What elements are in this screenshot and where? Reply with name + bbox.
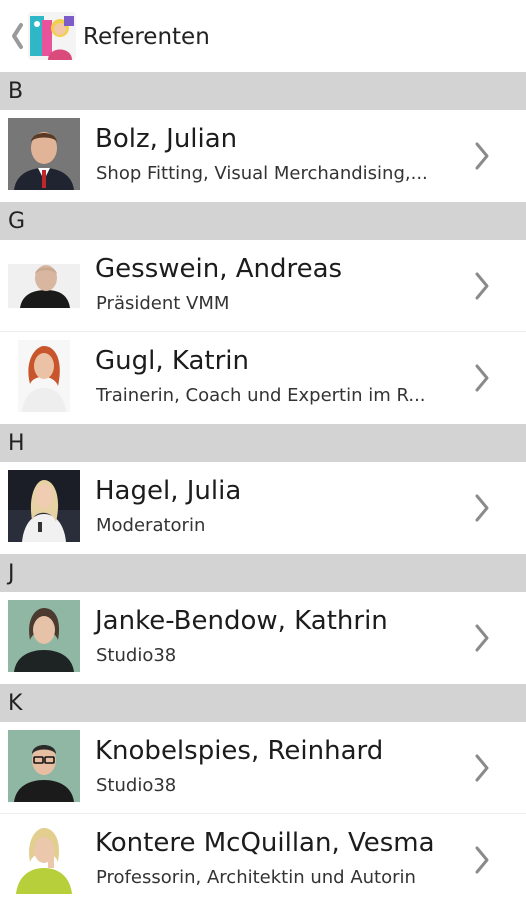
referent-subtitle: Präsident VMM (96, 293, 230, 314)
referent-subtitle: Studio38 (96, 645, 177, 666)
list-item[interactable]: Bolz, Julian Shop Fitting, Visual Mercha… (0, 110, 526, 202)
chevron-right-icon (472, 752, 492, 784)
chevron-right-icon (472, 492, 492, 524)
avatar (8, 340, 80, 412)
section-header-h: H (0, 424, 526, 462)
page-title: Referenten (83, 24, 210, 50)
chevron-right-icon (472, 140, 492, 172)
chevron-right-icon (472, 622, 492, 654)
chevron-right-icon (472, 362, 492, 394)
avatar (8, 470, 80, 542)
app-header: Referenten (0, 0, 526, 72)
list-item[interactable]: Knobelspies, Reinhard Studio38 (0, 722, 526, 814)
referent-name: Gesswein, Andreas (95, 254, 343, 284)
referent-name: Janke-Bendow, Kathrin (95, 606, 388, 636)
chevron-left-icon (12, 23, 23, 49)
list-item[interactable]: Gesswein, Andreas Präsident VMM (0, 240, 526, 332)
chevron-right-icon (472, 844, 492, 876)
referent-name: Bolz, Julian (95, 124, 238, 154)
referent-name: Hagel, Julia (95, 476, 242, 506)
section-header-k: K (0, 684, 526, 722)
referent-subtitle: Studio38 (96, 775, 177, 796)
referent-name: Kontere McQuillan, Vesma (95, 828, 435, 858)
referent-subtitle: Shop Fitting, Visual Merchandising,... (96, 163, 428, 184)
avatar (8, 118, 80, 190)
section-header-g: G (0, 202, 526, 240)
referent-name: Knobelspies, Reinhard (95, 736, 384, 766)
referent-subtitle: Moderatorin (96, 515, 206, 536)
section-header-j: J (0, 554, 526, 592)
list-item[interactable]: Gugl, Katrin Trainerin, Coach und Expert… (0, 332, 526, 424)
chevron-right-icon (472, 270, 492, 302)
list-item[interactable]: Hagel, Julia Moderatorin (0, 462, 526, 554)
avatar (8, 248, 80, 320)
avatar (8, 600, 80, 672)
back-button[interactable] (8, 20, 26, 52)
avatar (8, 822, 80, 894)
referent-subtitle: Trainerin, Coach und Expertin im R... (96, 385, 426, 406)
app-logo (28, 12, 76, 60)
avatar (8, 730, 80, 802)
referent-subtitle: Professorin, Architektin und Autorin (96, 867, 416, 888)
section-header-b: B (0, 72, 526, 110)
referent-name: Gugl, Katrin (95, 346, 249, 376)
list-item[interactable]: Janke-Bendow, Kathrin Studio38 (0, 592, 526, 684)
list-item[interactable]: Kontere McQuillan, Vesma Professorin, Ar… (0, 814, 526, 900)
